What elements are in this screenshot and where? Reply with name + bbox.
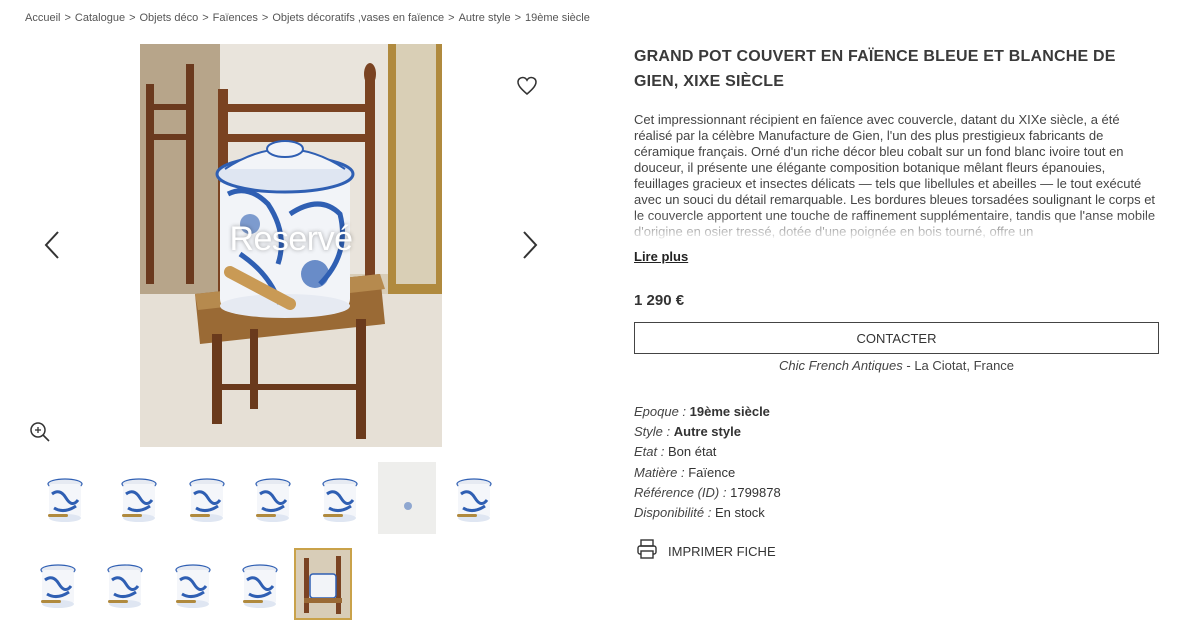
gallery-thumbnail[interactable] <box>378 462 436 534</box>
spec-value: Autre style <box>673 424 741 440</box>
spec-key: Etat : <box>634 444 665 460</box>
print-sheet-label: IMPRIMER FICHE <box>668 543 776 559</box>
product-title: GRAND POT COUVERT EN FAÏENCE BLEUE ET BL… <box>634 48 1116 90</box>
breadcrumb: Accueil > Catalogue > Objets déco > Faïences > O… <box>25 12 590 24</box>
breadcrumb-separator: > <box>64 12 71 24</box>
spec-key: Style : <box>634 424 671 440</box>
spec-value: Faïence <box>688 464 736 480</box>
spec-key: Disponibilité : <box>634 505 712 521</box>
reserved-overlay-label: Reservé <box>229 220 353 258</box>
chevron-left-icon[interactable] <box>38 228 68 262</box>
breadcrumb-item-accueil[interactable]: Accueil <box>25 12 60 24</box>
zoom-in-icon[interactable] <box>29 421 51 443</box>
gallery-thumbnail[interactable] <box>164 548 222 620</box>
product-specs: Epoque : 19ème siècle Style : Autre styl… <box>634 402 781 523</box>
breadcrumb-item-autre-style[interactable]: Autre style <box>459 12 511 24</box>
spec-key: Epoque : <box>634 404 687 419</box>
breadcrumb-separator: > <box>448 12 455 24</box>
product-description-container: Cet impressionnant récipient en faïence … <box>634 112 1159 240</box>
spec-value: Bon état <box>667 444 717 460</box>
gallery-thumbnail[interactable] <box>110 462 168 534</box>
chevron-right-icon[interactable] <box>514 228 544 262</box>
spec-row-disponibilite: Disponibilité : En stock <box>634 503 781 523</box>
spec-value: 19ème siècle <box>689 404 770 419</box>
seller-info: Chic French Antiques - La Ciotat, France <box>634 358 1159 373</box>
seller-name[interactable]: Chic French Antiques <box>779 358 903 373</box>
spec-key: Matière : <box>634 464 685 480</box>
product-price: 1 290 € <box>634 292 685 309</box>
breadcrumb-separator: > <box>202 12 209 24</box>
gallery-thumbnail[interactable] <box>29 548 87 620</box>
spec-value: En stock <box>714 505 765 521</box>
gallery-thumbnail[interactable] <box>96 548 154 620</box>
contact-button[interactable]: CONTACTER <box>634 322 1159 354</box>
seller-location: - La Ciotat, France <box>902 358 1015 373</box>
spec-row-reference: Référence (ID) : 1799878 <box>634 483 781 503</box>
spec-row-style: Style : Autre style <box>634 422 781 442</box>
breadcrumb-item-objets-decoratifs[interactable]: Objets décoratifs ,vases en faïence <box>272 12 444 24</box>
read-more-link[interactable]: Lire plus <box>634 249 688 264</box>
main-product-image[interactable]: Reservé <box>140 44 442 447</box>
breadcrumb-separator: > <box>261 12 269 24</box>
breadcrumb-separator: > <box>514 12 521 24</box>
description-fade <box>634 214 1159 240</box>
heart-icon[interactable] <box>516 76 538 96</box>
spec-row-etat: Etat : Bon état <box>634 442 781 462</box>
breadcrumb-item-catalogue[interactable]: Catalogue <box>75 12 125 24</box>
breadcrumb-item-faiences[interactable]: Faïences <box>213 12 258 24</box>
spec-value: 1799878 <box>730 484 781 500</box>
breadcrumb-item-19eme-siecle[interactable]: 19ème siècle <box>525 12 590 24</box>
gallery-thumbnail[interactable] <box>178 462 236 534</box>
breadcrumb-item-objets-deco[interactable]: Objets déco <box>140 12 199 24</box>
gallery-thumbnail[interactable] <box>231 548 289 620</box>
printer-icon <box>636 538 658 565</box>
gallery-thumbnail[interactable] <box>311 462 369 534</box>
gallery-thumbnail[interactable] <box>294 548 352 620</box>
spec-row-epoque: Epoque : 19ème siècle <box>634 402 781 422</box>
breadcrumb-separator: > <box>129 12 136 24</box>
gallery-thumbnail[interactable] <box>36 462 94 534</box>
gallery-thumbnail[interactable] <box>244 462 302 534</box>
spec-row-matiere: Matière : Faïence <box>634 463 781 483</box>
spec-key: Référence (ID) : <box>634 484 727 500</box>
gallery-thumbnail[interactable] <box>445 462 503 534</box>
print-sheet-button[interactable]: IMPRIMER FICHE <box>636 538 776 565</box>
